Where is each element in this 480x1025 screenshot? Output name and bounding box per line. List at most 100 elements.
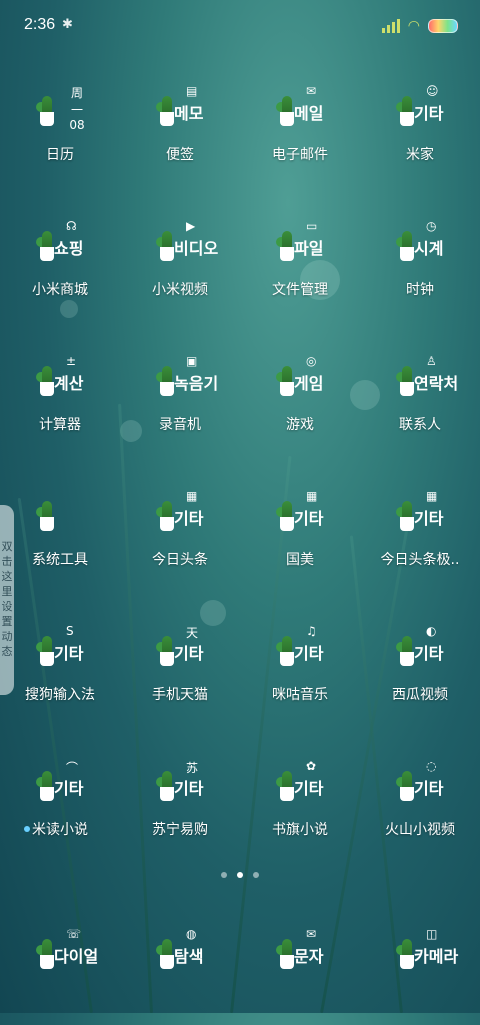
app-icon: ☏ 다이얼: [32, 925, 98, 981]
pot-icon: [40, 955, 54, 969]
dock-app-2[interactable]: ◍ 탐색: [120, 915, 240, 1025]
app-13[interactable]: 系统工具: [0, 477, 120, 587]
app-15[interactable]: ▦ 기타 国美: [240, 477, 360, 587]
app-icon: ◌ 기타: [392, 757, 448, 813]
app-label: 小米商城: [32, 282, 88, 298]
app-label: 手机天猫: [152, 687, 208, 703]
app-9[interactable]: ± 계산 计算器: [0, 342, 120, 452]
app-14[interactable]: ▦ 기타 今日头条: [120, 477, 240, 587]
pot-icon: [400, 112, 414, 126]
app-label: 录音机: [159, 417, 201, 433]
app-icon: ▤ 메모: [152, 82, 208, 138]
pot-icon: [160, 652, 174, 666]
app-1[interactable]: 周一 08 日历: [0, 72, 120, 182]
dock-app-3[interactable]: ✉ 문자: [240, 915, 360, 1025]
app-4[interactable]: ☺ 기타 米家: [360, 72, 480, 182]
page-dot[interactable]: [221, 872, 227, 878]
page-indicator: [0, 872, 480, 878]
glyph-icon: ✉: [306, 927, 317, 941]
page-dot-active[interactable]: [237, 872, 243, 878]
app-label: 搜狗输入法: [25, 687, 95, 703]
glyph-icon: 苏: [186, 761, 199, 775]
page-dot[interactable]: [253, 872, 259, 878]
icon-korean-text: 쇼핑: [54, 239, 84, 258]
pot-icon: [280, 517, 294, 531]
app-icon: ▦ 기타: [272, 487, 328, 543]
app-icon: ▦ 기타: [392, 487, 448, 543]
app-19[interactable]: ♫ 기타 咪咕音乐: [240, 612, 360, 722]
app-20[interactable]: ◐ 기타 西瓜视频: [360, 612, 480, 722]
app-17[interactable]: S 기타 搜狗输入法: [0, 612, 120, 722]
app-icon: ◫ 카메라: [392, 925, 458, 981]
app-21[interactable]: ⌒ 기타 米读小说: [0, 747, 120, 857]
app-icon: ◐ 기타: [392, 622, 448, 678]
glyph-icon: ◍: [186, 927, 197, 941]
pot-icon: [40, 112, 54, 126]
pot-icon: [160, 517, 174, 531]
app-24[interactable]: ◌ 기타 火山小视频: [360, 747, 480, 857]
app-16[interactable]: ▦ 기타 今日头条极..: [360, 477, 480, 587]
clock-time: 2:36: [24, 16, 56, 33]
app-5[interactable]: ☊ 쇼핑 小米商城: [0, 207, 120, 317]
app-label: 今日头条: [152, 552, 208, 568]
app-11[interactable]: ◎ 게임 游戏: [240, 342, 360, 452]
app-label: 今日头条极..: [380, 552, 460, 568]
app-label: 系统工具: [32, 552, 88, 568]
icon-korean-text: 파일: [294, 239, 324, 258]
app-2[interactable]: ▤ 메모 便签: [120, 72, 240, 182]
glyph-icon: ◫: [426, 927, 438, 941]
app-3[interactable]: ✉ 메일 电子邮件: [240, 72, 360, 182]
glyph-icon: ♫: [306, 624, 317, 638]
app-icon: ▣ 녹음기: [152, 352, 218, 408]
unread-dot: [24, 826, 30, 832]
pot-icon: [40, 787, 54, 801]
pot-icon: [400, 517, 414, 531]
app-label: 国美: [286, 552, 314, 568]
app-icon: S 기타: [32, 622, 88, 678]
status-bar: 2:36 ✱ ◠: [0, 0, 480, 52]
glyph-icon: ▦: [426, 489, 438, 503]
app-label: 咪咕音乐: [272, 687, 328, 703]
app-22[interactable]: 苏 기타 苏宁易购: [120, 747, 240, 857]
app-label: 便签: [166, 147, 194, 163]
icon-korean-text: 카메라: [414, 947, 459, 966]
app-icon: ⌒ 기타: [32, 757, 88, 813]
icon-korean-text: 메일: [294, 104, 324, 123]
glyph-icon: ▤: [186, 84, 198, 98]
app-7[interactable]: ▭ 파일 文件管理: [240, 207, 360, 317]
glyph-icon: ◷: [426, 219, 437, 233]
pot-icon: [280, 787, 294, 801]
app-6[interactable]: ▶ 비디오 小米视频: [120, 207, 240, 317]
app-18[interactable]: 天 기타 手机天猫: [120, 612, 240, 722]
app-23[interactable]: ✿ 기타 书旗小说: [240, 747, 360, 857]
app-icon: 周一 08: [32, 82, 88, 138]
dock-app-4[interactable]: ◫ 카메라: [360, 915, 480, 1025]
app-10[interactable]: ▣ 녹음기 录音机: [120, 342, 240, 452]
glyph-icon: ◌: [426, 759, 437, 773]
glyph-icon: ✿: [306, 759, 317, 773]
icon-korean-text: 계산: [54, 374, 84, 393]
glyph-icon: S: [66, 624, 74, 638]
icon-korean-text: 기타: [414, 104, 444, 123]
app-icon: ▦ 기타: [152, 487, 208, 543]
app-label: 联系人: [399, 417, 441, 433]
icon-korean-text: 기타: [294, 644, 324, 663]
pot-icon: [160, 955, 174, 969]
glyph-icon: ▣: [186, 354, 198, 368]
glyph-icon: ♙: [426, 354, 437, 368]
app-label: 书旗小说: [272, 822, 328, 838]
app-icon: ▭ 파일: [272, 217, 328, 273]
glyph-icon: ☏: [66, 927, 82, 941]
icon-korean-text: 기타: [414, 509, 444, 528]
app-12[interactable]: ♙ 연락처 联系人: [360, 342, 480, 452]
icon-korean-text: 비디오: [174, 239, 219, 258]
pot-icon: [280, 247, 294, 261]
app-label: 小米视频: [152, 282, 208, 298]
app-label: 游戏: [286, 417, 314, 433]
app-8[interactable]: ◷ 시계 时钟: [360, 207, 480, 317]
icon-korean-text: 다이얼: [54, 947, 99, 966]
dock-app-1[interactable]: ☏ 다이얼: [0, 915, 120, 1025]
glyph-icon: ▦: [186, 489, 198, 503]
app-icon: ☺ 기타: [392, 82, 448, 138]
pot-icon: [280, 112, 294, 126]
